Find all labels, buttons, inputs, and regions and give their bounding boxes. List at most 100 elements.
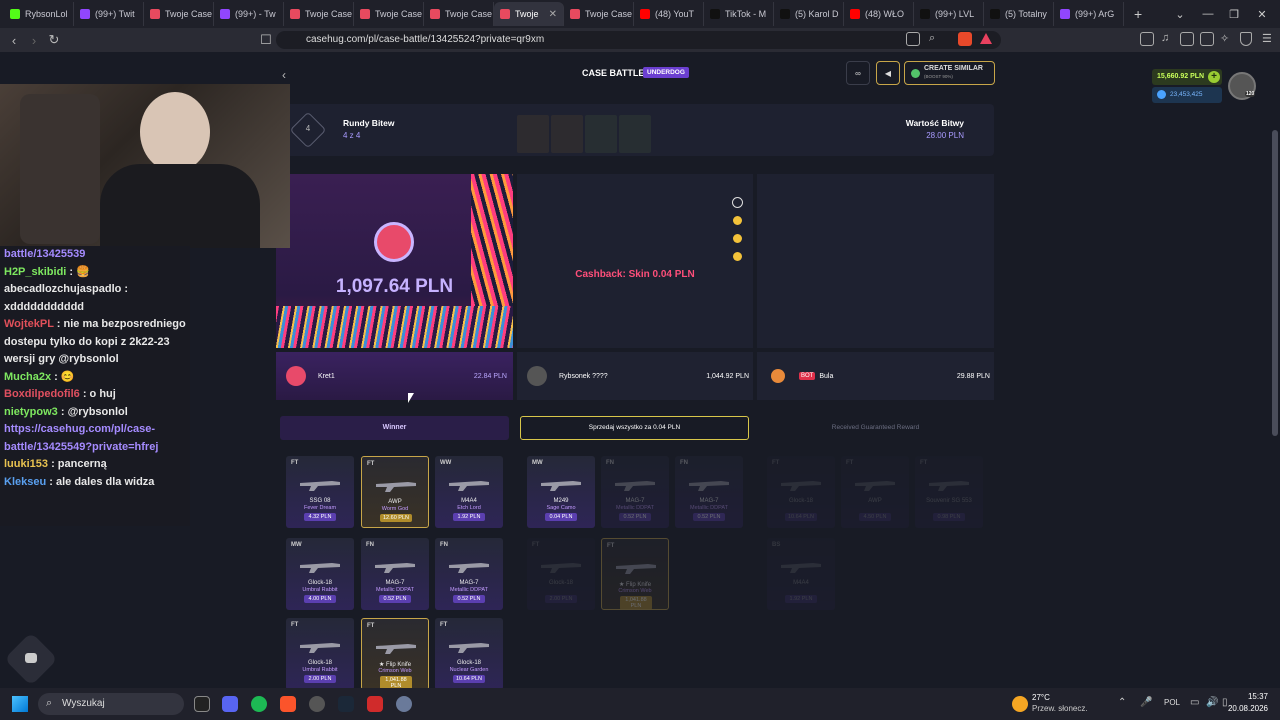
spotify-icon[interactable] (251, 696, 267, 712)
browser-tab[interactable]: (5) Karol D (774, 2, 844, 26)
item-card[interactable]: WW M4A4 Etch Lord 1.92 PLN (435, 456, 503, 528)
player-total: 22.84 PLN (473, 372, 507, 380)
chat-username[interactable]: Boxdilpedofil6 (4, 388, 80, 400)
volume-icon[interactable]: 🔊 (1206, 697, 1218, 708)
forward-icon[interactable]: › (24, 30, 44, 50)
sidebar-icon[interactable] (1180, 32, 1194, 46)
item-skin: Metallic DDPAT (690, 505, 728, 511)
chat-username[interactable]: Klekseu (4, 476, 46, 488)
browser-tab[interactable]: (99+) - Tw (214, 2, 284, 26)
item-card[interactable]: FT Souvenir SG 553 0.98 PLN (915, 456, 983, 528)
browser-tab[interactable]: (48) YouT (634, 2, 704, 26)
chat-text[interactable]: battle/13425549?private=hfrej (4, 441, 158, 453)
add-funds-icon[interactable]: + (1208, 71, 1220, 83)
item-card[interactable]: FT Glock-18 Umbral Rabbit 2.00 PLN (286, 618, 354, 690)
steam-icon[interactable] (338, 696, 354, 712)
item-card[interactable]: FT AWP 4.50 PLN (841, 456, 909, 528)
browser-tab[interactable]: Twoje Case (354, 2, 424, 26)
page-scrollbar[interactable] (1272, 130, 1278, 436)
network-icon[interactable]: ▭ (1190, 697, 1199, 708)
item-card[interactable]: MW M249 Sage Camo 0.04 PLN (527, 456, 595, 528)
browser-tab[interactable]: (99+) Twit (74, 2, 144, 26)
player-name: Rybsonek ???? (559, 372, 608, 380)
start-icon[interactable] (12, 696, 28, 712)
item-card[interactable]: FN MAG-7 Metallic DDPAT 0.52 PLN (675, 456, 743, 528)
brave-rewards-icon[interactable] (980, 33, 992, 44)
item-card[interactable]: FT Glock-18 2.00 PLN (527, 538, 595, 610)
zoom-icon[interactable]: ⌕ (929, 32, 935, 45)
minimize-icon[interactable]: — (1194, 0, 1222, 28)
browser-tab[interactable]: TikTok - M (704, 2, 774, 26)
browser-tab[interactable]: Twoje Case (424, 2, 494, 26)
mic-icon[interactable]: 🎤 (1140, 697, 1152, 708)
item-name: M4A4 (793, 580, 809, 586)
browser-tab[interactable]: (48) WŁO (844, 2, 914, 26)
item-card[interactable]: MW Glock-18 Umbral Rabbit 4.00 PLN (286, 538, 354, 610)
item-card[interactable]: FN MAG-7 Metallic DDPAT 0.52 PLN (361, 538, 429, 610)
vpn-icon[interactable] (1240, 32, 1252, 46)
item-card[interactable]: FT AWP Worm God 12.60 PLN (361, 456, 429, 528)
translate-icon[interactable] (906, 32, 920, 46)
emoji-icon[interactable] (733, 252, 742, 261)
brave-shield-icon[interactable] (958, 32, 972, 46)
item-card[interactable]: FN MAG-7 Metallic DDPAT 0.52 PLN (435, 538, 503, 610)
extensions-icon[interactable] (1140, 32, 1154, 46)
new-tab-button[interactable]: + (1124, 6, 1152, 22)
browser-tab[interactable]: Twoje ✕ (494, 2, 564, 26)
item-card[interactable]: FN MAG-7 Metallic DDPAT 0.52 PLN (601, 456, 669, 528)
item-card[interactable]: FT Glock-18 Nuclear Garden 10.64 PLN (435, 618, 503, 690)
back-icon[interactable]: ‹ (4, 30, 24, 50)
chat-text: abecadlozchujaspadlo : (4, 283, 129, 295)
browser-tab[interactable]: (99+) ArG (1054, 2, 1124, 26)
menu-icon[interactable]: ☰ (1262, 32, 1272, 45)
emoji-icon[interactable] (733, 216, 742, 225)
browser-tab[interactable]: (5) Totalny (984, 2, 1054, 26)
emoji-picker-icon[interactable] (732, 197, 743, 208)
browser-tab[interactable]: Twoje Case (144, 2, 214, 26)
browser-tab[interactable]: Twoje Case (284, 2, 354, 26)
reload-icon[interactable]: ↻ (44, 30, 64, 50)
link-button[interactable]: ∞ (846, 61, 870, 85)
browser-tab[interactable]: (99+) LVL (914, 2, 984, 26)
create-similar-button[interactable]: CREATE SIMILAR (BOOST 90%) (904, 61, 995, 85)
weapon-icon (375, 563, 415, 573)
back-arrow-icon[interactable]: ‹ (282, 68, 286, 82)
chat-username[interactable]: Mucha2x (4, 371, 51, 383)
chair (20, 94, 100, 244)
item-card[interactable]: FT SSG 08 Fever Dream 4.32 PLN (286, 456, 354, 528)
app-icon[interactable] (194, 696, 210, 712)
chat-text[interactable]: https://casehug.com/pl/case- (4, 423, 155, 435)
item-card[interactable]: FT Glock-18 10.64 PLN (767, 456, 835, 528)
media-icon[interactable]: ♫ (1161, 32, 1169, 44)
chat-username[interactable]: WojtekPL (4, 318, 54, 330)
tray-chevron-icon[interactable]: ⌃ (1118, 697, 1126, 708)
chat-username[interactable]: nietypow3 (4, 406, 58, 418)
item-card[interactable]: FT ★ Flip Knife Crimson Web 1,041.88 PLN (601, 538, 669, 610)
maximize-icon[interactable]: ❐ (1220, 0, 1248, 28)
browser-tab[interactable]: Twoje Case (564, 2, 634, 26)
leo-ai-icon[interactable]: ✧ (1220, 32, 1229, 45)
obs-icon[interactable] (309, 696, 325, 712)
brave-icon[interactable] (280, 696, 296, 712)
url-field[interactable]: casehug.com/pl/case-battle/13425524?priv… (276, 31, 1001, 49)
language-indicator[interactable]: POL (1164, 698, 1180, 707)
close-tab-icon[interactable]: ✕ (549, 9, 557, 20)
tab-search-chevron-icon[interactable]: ⌄ (1166, 0, 1194, 28)
chat-username[interactable]: luuki153 (4, 458, 48, 470)
bookmark-icon[interactable]: ☐ (256, 30, 276, 50)
wallet-icon[interactable] (1200, 32, 1214, 46)
weather-icon[interactable] (1012, 696, 1028, 712)
emoji-icon[interactable] (733, 234, 742, 243)
browser-tab[interactable]: RybsonLol (4, 2, 74, 26)
settings-icon[interactable] (396, 696, 412, 712)
chat-username[interactable]: H2P_skibidi (4, 266, 66, 278)
app-icon[interactable] (367, 696, 383, 712)
discord-icon[interactable] (222, 696, 238, 712)
search-box[interactable]: ⌕ Wyszukaj (38, 693, 184, 715)
sound-button[interactable]: ◀ (876, 61, 900, 85)
sell-all-button[interactable]: Sprzedaj wszystko za 0.04 PLN (520, 416, 749, 440)
item-card[interactable]: FT ★ Flip Knife Crimson Web 1,041.88 PLN (361, 618, 429, 690)
close-window-icon[interactable]: ✕ (1248, 0, 1276, 28)
item-card[interactable]: BS M4A4 1.92 PLN (767, 538, 835, 610)
chat-text[interactable]: battle/13425539 (4, 248, 85, 260)
